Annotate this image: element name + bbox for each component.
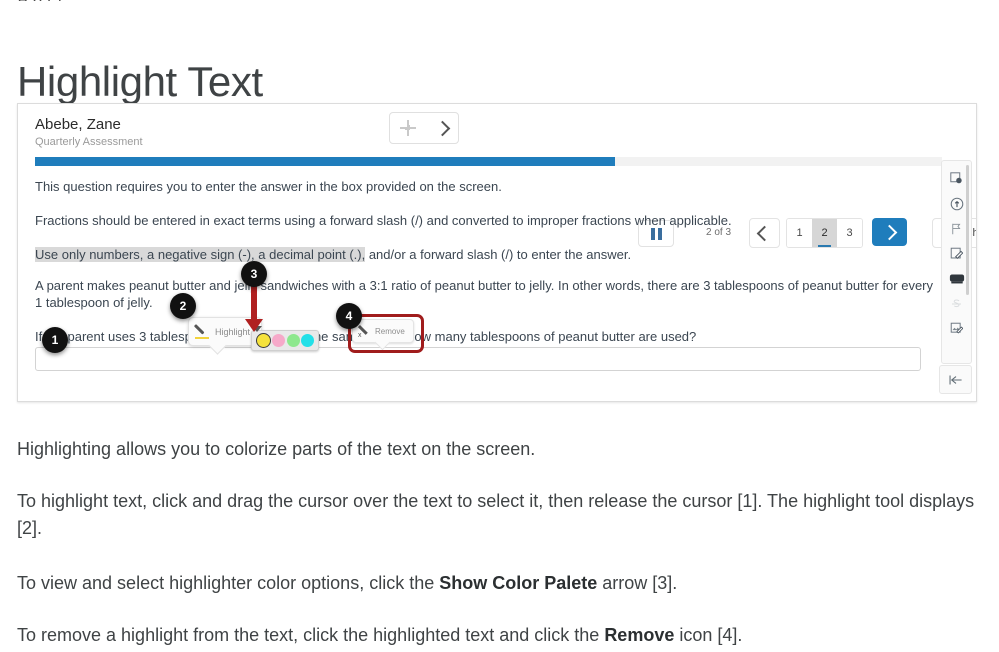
callout-marker-4: 4: [336, 303, 362, 329]
question-line-5: If the parent uses 3 tablespoons of jell…: [35, 329, 697, 344]
paragraph-color-palette: To view and select highlighter color opt…: [17, 570, 977, 597]
color-swatch-yellow[interactable]: [255, 333, 271, 348]
color-swatch-pink[interactable]: [272, 334, 286, 347]
clipped-top-text: e p [ ]: [18, 0, 62, 1]
image-annotate-icon[interactable]: [946, 316, 968, 341]
p4-before: To remove a highlight from the text, cli…: [17, 625, 605, 645]
chevron-right-icon[interactable]: [434, 120, 451, 136]
question-body: This question requires you to enter the …: [35, 178, 940, 362]
page-root: e p [ ] Highlight Text Abebe, Zane Quart…: [0, 0, 999, 652]
highlighter-icon[interactable]: [946, 266, 968, 291]
move-icon[interactable]: [400, 120, 417, 136]
page-title: Highlight Text: [17, 58, 263, 106]
pen-nib: [193, 324, 205, 335]
question-line-3: Use only numbers, a negative sign (-), a…: [35, 246, 940, 263]
highlighter-pen-icon: [193, 324, 210, 339]
embedded-screenshot: Abebe, Zane Quarterly Assessment 2 of 3 …: [17, 103, 977, 402]
p3-after: arrow [3].: [597, 573, 678, 593]
info-circle-icon[interactable]: [946, 191, 968, 216]
question-line-3-rest: and/or a forward slash (/) to enter the …: [365, 247, 632, 262]
color-swatch-cyan[interactable]: [301, 334, 315, 347]
show-color-palete-label: Show Color Palete: [439, 573, 598, 593]
color-swatch-green[interactable]: [286, 334, 300, 347]
strikethrough-icon[interactable]: [946, 291, 968, 316]
collapse-left-icon[interactable]: [939, 365, 972, 394]
p4-after: icon [4].: [674, 625, 743, 645]
progress-bar-fill: [35, 157, 616, 166]
callout-marker-3: 3: [241, 261, 267, 287]
remove-label: Remove: [604, 625, 675, 645]
paragraph-remove-highlight: To remove a highlight from the text, cli…: [17, 622, 977, 649]
callout-marker-1: 1: [42, 327, 68, 353]
student-name: Abebe, Zane: [35, 116, 121, 133]
question-line-1: This question requires you to enter the …: [35, 179, 502, 194]
paragraph-intro: Highlighting allows you to colorize part…: [17, 439, 536, 459]
tool-rail-scrollbar[interactable]: [966, 165, 969, 295]
pen-underline: [195, 336, 209, 339]
selected-text: Use only numbers, a negative sign (-), a…: [35, 247, 366, 262]
notepad-icon[interactable]: [946, 241, 968, 266]
question-line-2: Fractions should be entered in exact ter…: [35, 213, 732, 228]
callout-marker-2: 2: [170, 293, 196, 319]
question-tool-rail[interactable]: [941, 160, 972, 364]
assessment-name: Quarterly Assessment: [35, 136, 143, 148]
assessment-header: Abebe, Zane Quarterly Assessment: [18, 104, 976, 156]
answer-input[interactable]: [35, 347, 921, 371]
header-tool-group[interactable]: [389, 112, 459, 144]
color-palette[interactable]: [251, 330, 319, 351]
paragraph-highlight-steps: To highlight text, click and drag the cu…: [17, 491, 975, 538]
p3-before: To view and select highlighter color opt…: [17, 573, 440, 593]
zoom-icon[interactable]: [946, 166, 968, 191]
progress-bar-track: [35, 157, 942, 166]
flag-icon[interactable]: [946, 216, 968, 241]
